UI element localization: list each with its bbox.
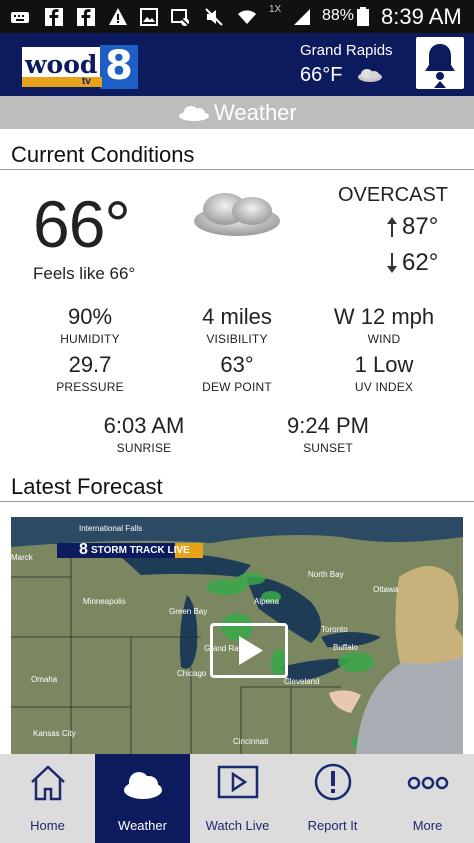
map-label: Buffalo [333,643,358,652]
keyboard-icon [11,12,29,23]
play-button[interactable] [210,623,288,678]
latest-forecast-heading: Latest Forecast [11,474,163,499]
nav-label: Watch Live [205,818,270,833]
map-label: Cleveland [284,677,320,686]
cloud-icon [358,69,382,82]
play-icon [239,636,263,665]
arrow-down-icon [387,253,397,273]
logo-number: 8 [105,43,133,89]
low-temp: 62° [402,249,439,276]
sunrise-value: 6:03 AM [103,413,185,438]
nav-weather[interactable]: Weather [95,754,190,843]
pressure-value: 29.7 [68,352,112,377]
feels-like: Feels like 66° [33,264,136,283]
warning-icon [109,8,127,25]
sunrise-label: SUNRISE [116,441,172,455]
map-label: Toronto [321,625,348,634]
humidity-value: 90% [67,304,113,329]
exclamation-icon [314,763,352,801]
status-bar: 1X 88% 8:39 AM [0,0,474,33]
data-speed-label: 1X [269,4,282,15]
battery-percent: 88% [322,7,355,24]
clock: 8:39 AM [381,4,462,29]
play-icon [217,765,259,799]
nav-report-it[interactable]: Report It [285,754,380,843]
header-temperature: 66°F [300,64,343,86]
overcast-cloud-icon [194,193,280,236]
uv-index-value: 1 Low [354,352,414,377]
nav-watch-live[interactable]: Watch Live [190,754,285,843]
cloud-icon [179,106,209,121]
nav-label: Weather [118,818,167,833]
more-icon [407,776,449,790]
storm-track-number: 8 [79,541,88,558]
dew-point-value: 63° [220,352,254,377]
section-title: Weather [214,100,297,125]
map-label: Green Bay [169,607,208,616]
no-image-icon [171,9,189,26]
humidity-label: HUMIDITY [60,332,120,346]
high-temp: 87° [402,213,439,240]
map-label: Minneapolis [83,597,126,606]
forecast-video[interactable]: 8 STORM TRACK LIVE International Falls N… [11,517,463,754]
divider [0,501,474,502]
map-label: Marck [11,553,33,562]
map-label: International Falls [79,524,143,533]
visibility-value: 4 miles [202,304,272,329]
wind-label: WIND [367,332,401,346]
battery-icon [357,7,369,26]
uv-index-label: UV INDEX [354,380,414,394]
nav-label: Home [30,818,65,833]
map-label: North Bay [308,570,344,579]
pressure-label: PRESSURE [56,380,124,394]
location-city: Grand Rapids [300,42,393,59]
cloud-icon [124,772,162,799]
nav-home[interactable]: Home [0,754,95,843]
facebook-icon [45,8,63,26]
image-icon [140,8,158,26]
home-icon [31,765,65,801]
map-label: Alpena [254,597,279,606]
logo-tv-text: tv [82,76,91,87]
map-label: Kansas City [33,729,76,738]
map-label: Chicago [177,669,207,678]
arrow-up-icon [387,217,397,237]
current-conditions-heading: Current Conditions [11,142,195,167]
bell-icon [425,44,455,88]
facebook-icon [77,8,95,26]
dew-point-label: DEW POINT [202,380,272,394]
visibility-label: VISIBILITY [206,332,268,346]
current-temperature: 66° [33,187,131,261]
section-title-bar: Weather [0,96,474,129]
sunset-value: 9:24 PM [287,413,369,438]
map-label: Cincinnati [233,737,269,746]
wifi-icon [238,10,256,24]
app-header: wood 8 tv Grand Rapids 66°F [0,33,474,96]
signal-icon [294,9,310,25]
nav-label: More [412,818,443,833]
map-label: Omaha [31,675,58,684]
storm-track-banner: STORM TRACK LIVE [91,545,190,556]
condition-text: OVERCAST [338,184,449,206]
sunset-label: SUNSET [303,441,353,455]
alerts-button[interactable] [416,37,464,89]
mute-icon [205,8,223,26]
nav-label: Report It [307,818,358,833]
bottom-navigation: Home Weather Watch Live Report It More [0,754,474,843]
wood-tv8-logo[interactable]: wood 8 tv [22,43,138,89]
logo-wood-text: wood [25,50,98,79]
nav-more[interactable]: More [380,754,474,843]
map-label: Ottawa [373,585,399,594]
divider [0,169,474,170]
wind-value: W 12 mph [333,304,435,329]
